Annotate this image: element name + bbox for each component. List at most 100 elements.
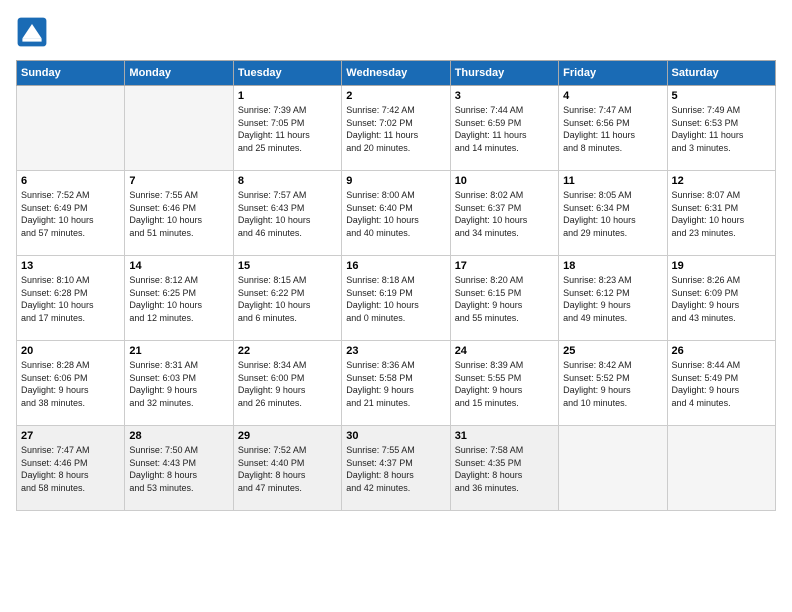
- cell-content: Sunrise: 8:39 AM Sunset: 5:55 PM Dayligh…: [455, 359, 554, 409]
- cell-content: Sunrise: 8:28 AM Sunset: 6:06 PM Dayligh…: [21, 359, 120, 409]
- calendar-cell: 28 Sunrise: 7:50 AM Sunset: 4:43 PM Dayli…: [125, 426, 233, 511]
- calendar-cell: 5 Sunrise: 7:49 AM Sunset: 6:53 PM Daylig…: [667, 86, 775, 171]
- calendar-cell: 12 Sunrise: 8:07 AM Sunset: 6:31 PM Dayli…: [667, 171, 775, 256]
- day-number: 7: [129, 175, 228, 187]
- cell-content: Sunrise: 8:34 AM Sunset: 6:00 PM Dayligh…: [238, 359, 337, 409]
- day-number: 21: [129, 345, 228, 357]
- calendar-cell: [559, 426, 667, 511]
- calendar-cell: 15Sunrise: 8:15 AM Sunset: 6:22 PM Dayli…: [233, 256, 341, 341]
- cell-content: Sunrise: 7:57 AM Sunset: 6:43 PM Dayligh…: [238, 189, 337, 239]
- cell-content: Sunrise: 7:52 AM Sunset: 6:49 PM Dayligh…: [21, 189, 120, 239]
- calendar-cell: 9Sunrise: 8:00 AM Sunset: 6:40 PM Daylig…: [342, 171, 450, 256]
- calendar-cell: [667, 426, 775, 511]
- cell-content: Sunrise: 8:42 AM Sunset: 5:52 PM Dayligh…: [563, 359, 662, 409]
- calendar-week-row: 13 Sunrise: 8:10 AM Sunset: 6:28 PM Dayli…: [17, 256, 776, 341]
- calendar-cell: 26 Sunrise: 8:44 AM Sunset: 5:49 PM Dayli…: [667, 341, 775, 426]
- calendar-cell: 8 Sunrise: 7:57 AM Sunset: 6:43 PM Daylig…: [233, 171, 341, 256]
- calendar-cell: 6 Sunrise: 7:52 AM Sunset: 6:49 PM Daylig…: [17, 171, 125, 256]
- day-number: 26: [672, 345, 771, 357]
- calendar-cell: 30 Sunrise: 7:55 AM Sunset: 4:37 PM Dayli…: [342, 426, 450, 511]
- calendar-cell: 13 Sunrise: 8:10 AM Sunset: 6:28 PM Dayli…: [17, 256, 125, 341]
- cell-content: Sunrise: 7:55 AM Sunset: 6:46 PM Dayligh…: [129, 189, 228, 239]
- day-number: 16: [346, 260, 445, 272]
- calendar-cell: 23 Sunrise: 8:36 AM Sunset: 5:58 PM Dayli…: [342, 341, 450, 426]
- day-number: 5: [672, 90, 771, 102]
- weekday-header-saturday: Saturday: [667, 61, 775, 86]
- calendar-cell: 18 Sunrise: 8:23 AM Sunset: 6:12 PM Dayli…: [559, 256, 667, 341]
- cell-content: Sunrise: 7:39 AM Sunset: 7:05 PM Dayligh…: [238, 104, 337, 154]
- calendar-cell: 31 Sunrise: 7:58 AM Sunset: 4:35 PM Dayli…: [450, 426, 558, 511]
- day-number: 23: [346, 345, 445, 357]
- day-number: 8: [238, 175, 337, 187]
- day-number: 3: [455, 90, 554, 102]
- calendar-cell: [125, 86, 233, 171]
- day-number: 6: [21, 175, 120, 187]
- day-number: 9: [346, 175, 445, 187]
- cell-content: Sunrise: 7:52 AM Sunset: 4:40 PM Dayligh…: [238, 444, 337, 494]
- day-number: 20: [21, 345, 120, 357]
- cell-content: Sunrise: 8:23 AM Sunset: 6:12 PM Dayligh…: [563, 274, 662, 324]
- weekday-header-sunday: Sunday: [17, 61, 125, 86]
- cell-content: Sunrise: 7:47 AM Sunset: 6:56 PM Dayligh…: [563, 104, 662, 154]
- calendar-cell: 29 Sunrise: 7:52 AM Sunset: 4:40 PM Dayli…: [233, 426, 341, 511]
- day-number: 31: [455, 430, 554, 442]
- cell-content: Sunrise: 7:50 AM Sunset: 4:43 PM Dayligh…: [129, 444, 228, 494]
- cell-content: Sunrise: 8:02 AM Sunset: 6:37 PM Dayligh…: [455, 189, 554, 239]
- calendar-cell: 27 Sunrise: 7:47 AM Sunset: 4:46 PM Dayli…: [17, 426, 125, 511]
- cell-content: Sunrise: 7:47 AM Sunset: 4:46 PM Dayligh…: [21, 444, 120, 494]
- day-number: 25: [563, 345, 662, 357]
- cell-content: Sunrise: 8:36 AM Sunset: 5:58 PM Dayligh…: [346, 359, 445, 409]
- calendar-cell: 22Sunrise: 8:34 AM Sunset: 6:00 PM Dayli…: [233, 341, 341, 426]
- cell-content: Sunrise: 8:31 AM Sunset: 6:03 PM Dayligh…: [129, 359, 228, 409]
- day-number: 18: [563, 260, 662, 272]
- cell-content: Sunrise: 8:20 AM Sunset: 6:15 PM Dayligh…: [455, 274, 554, 324]
- day-number: 29: [238, 430, 337, 442]
- calendar-header-row: SundayMondayTuesdayWednesdayThursdayFrid…: [17, 61, 776, 86]
- calendar-cell: 3 Sunrise: 7:44 AM Sunset: 6:59 PM Daylig…: [450, 86, 558, 171]
- calendar-cell: 17 Sunrise: 8:20 AM Sunset: 6:15 PM Dayli…: [450, 256, 558, 341]
- day-number: 17: [455, 260, 554, 272]
- day-number: 1: [238, 90, 337, 102]
- day-number: 28: [129, 430, 228, 442]
- calendar-cell: 16 Sunrise: 8:18 AM Sunset: 6:19 PM Dayli…: [342, 256, 450, 341]
- cell-content: Sunrise: 8:26 AM Sunset: 6:09 PM Dayligh…: [672, 274, 771, 324]
- day-number: 12: [672, 175, 771, 187]
- cell-content: Sunrise: 7:42 AM Sunset: 7:02 PM Dayligh…: [346, 104, 445, 154]
- calendar-cell: 2 Sunrise: 7:42 AM Sunset: 7:02 PM Daylig…: [342, 86, 450, 171]
- weekday-header-thursday: Thursday: [450, 61, 558, 86]
- calendar-week-row: 20 Sunrise: 8:28 AM Sunset: 6:06 PM Dayli…: [17, 341, 776, 426]
- calendar-cell: 24 Sunrise: 8:39 AM Sunset: 5:55 PM Dayli…: [450, 341, 558, 426]
- logo-icon: [16, 16, 48, 48]
- calendar-cell: 25 Sunrise: 8:42 AM Sunset: 5:52 PM Dayli…: [559, 341, 667, 426]
- day-number: 30: [346, 430, 445, 442]
- cell-content: Sunrise: 7:58 AM Sunset: 4:35 PM Dayligh…: [455, 444, 554, 494]
- day-number: 2: [346, 90, 445, 102]
- cell-content: Sunrise: 8:18 AM Sunset: 6:19 PM Dayligh…: [346, 274, 445, 324]
- cell-content: Sunrise: 7:55 AM Sunset: 4:37 PM Dayligh…: [346, 444, 445, 494]
- calendar-table: SundayMondayTuesdayWednesdayThursdayFrid…: [16, 60, 776, 511]
- calendar-cell: 11Sunrise: 8:05 AM Sunset: 6:34 PM Dayli…: [559, 171, 667, 256]
- day-number: 19: [672, 260, 771, 272]
- calendar-week-row: 27 Sunrise: 7:47 AM Sunset: 4:46 PM Dayli…: [17, 426, 776, 511]
- day-number: 11: [563, 175, 662, 187]
- cell-content: Sunrise: 8:12 AM Sunset: 6:25 PM Dayligh…: [129, 274, 228, 324]
- weekday-header-tuesday: Tuesday: [233, 61, 341, 86]
- day-number: 4: [563, 90, 662, 102]
- calendar-cell: 14Sunrise: 8:12 AM Sunset: 6:25 PM Dayli…: [125, 256, 233, 341]
- cell-content: Sunrise: 7:44 AM Sunset: 6:59 PM Dayligh…: [455, 104, 554, 154]
- calendar-week-row: 6 Sunrise: 7:52 AM Sunset: 6:49 PM Daylig…: [17, 171, 776, 256]
- cell-content: Sunrise: 8:15 AM Sunset: 6:22 PM Dayligh…: [238, 274, 337, 324]
- calendar-cell: 4 Sunrise: 7:47 AM Sunset: 6:56 PM Daylig…: [559, 86, 667, 171]
- weekday-header-wednesday: Wednesday: [342, 61, 450, 86]
- day-number: 27: [21, 430, 120, 442]
- cell-content: Sunrise: 8:07 AM Sunset: 6:31 PM Dayligh…: [672, 189, 771, 239]
- weekday-header-monday: Monday: [125, 61, 233, 86]
- day-number: 10: [455, 175, 554, 187]
- cell-content: Sunrise: 8:10 AM Sunset: 6:28 PM Dayligh…: [21, 274, 120, 324]
- day-number: 13: [21, 260, 120, 272]
- calendar-week-row: 1 Sunrise: 7:39 AM Sunset: 7:05 PM Daylig…: [17, 86, 776, 171]
- cell-content: Sunrise: 7:49 AM Sunset: 6:53 PM Dayligh…: [672, 104, 771, 154]
- calendar-cell: [17, 86, 125, 171]
- day-number: 24: [455, 345, 554, 357]
- cell-content: Sunrise: 8:44 AM Sunset: 5:49 PM Dayligh…: [672, 359, 771, 409]
